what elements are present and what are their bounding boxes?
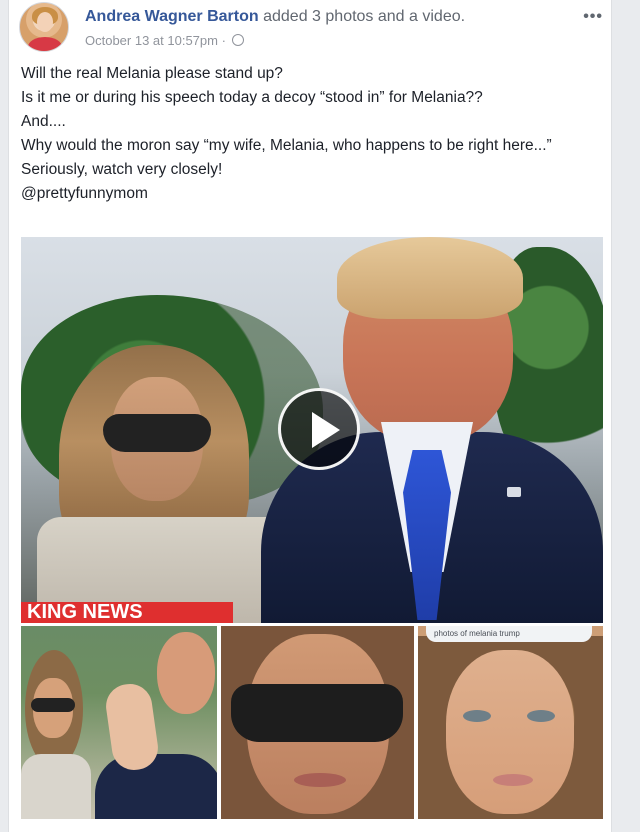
thumb3-lips xyxy=(493,774,533,786)
post-line-6[interactable]: @prettyfunnymom xyxy=(21,182,601,206)
play-icon[interactable] xyxy=(278,388,360,470)
thumb1-waving-hand xyxy=(103,681,161,773)
more-icon[interactable]: ••• xyxy=(583,8,603,26)
author-name-link[interactable]: Andrea Wagner Barton xyxy=(85,8,259,25)
photo-thumbnail-1[interactable] xyxy=(21,626,217,819)
woman-sunglasses xyxy=(103,414,211,452)
facebook-post-card: Andrea Wagner Barton added 3 photos and … xyxy=(8,0,612,832)
thumb1-man-face xyxy=(157,632,215,714)
video-thumbnail[interactable]: KING NEWS xyxy=(21,237,603,623)
flag-pin xyxy=(507,487,521,497)
thumb2-lips xyxy=(294,773,346,787)
post-header: Andrea Wagner Barton added 3 photos and … xyxy=(19,2,603,52)
post-line-3: And.... xyxy=(21,113,66,130)
thumb1-coat xyxy=(21,754,91,819)
photo-thumbnail-3[interactable]: photos of melania trump xyxy=(418,626,603,819)
author-avatar[interactable] xyxy=(19,2,69,52)
thumb3-search-banner: photos of melania trump xyxy=(426,626,592,642)
man-hair xyxy=(337,237,523,319)
thumb3-right-eye xyxy=(527,710,555,722)
post-line-4: Why would the moron say “my wife, Melani… xyxy=(21,137,552,154)
post-line-5: Seriously, watch very closely! xyxy=(21,161,223,178)
post-title-line: Andrea Wagner Barton added 3 photos and … xyxy=(85,8,465,26)
thumb2-sunglasses xyxy=(231,684,403,742)
post-body: Will the real Melania please stand up? I… xyxy=(21,62,601,206)
play-triangle xyxy=(312,412,340,448)
avatar-face xyxy=(37,12,53,32)
meta-separator: · xyxy=(221,33,226,48)
post-timestamp[interactable]: October 13 at 10:57pm xyxy=(85,33,218,48)
photo-thumbnail-2[interactable] xyxy=(221,626,414,819)
thumb1-sunglasses xyxy=(31,698,75,712)
thumb3-face xyxy=(446,650,574,814)
thumb1-man-suit xyxy=(95,754,217,819)
news-banner: KING NEWS xyxy=(21,602,233,623)
post-line-2: Is it me or during his speech today a de… xyxy=(21,89,483,106)
post-activity-text: added 3 photos and a video. xyxy=(263,8,466,25)
post-meta: October 13 at 10:57pm · xyxy=(85,33,244,48)
post-line-1: Will the real Melania please stand up? xyxy=(21,65,283,82)
thumb3-left-eye xyxy=(463,710,491,722)
globe-icon[interactable] xyxy=(231,34,244,46)
avatar-shirt xyxy=(28,37,62,51)
